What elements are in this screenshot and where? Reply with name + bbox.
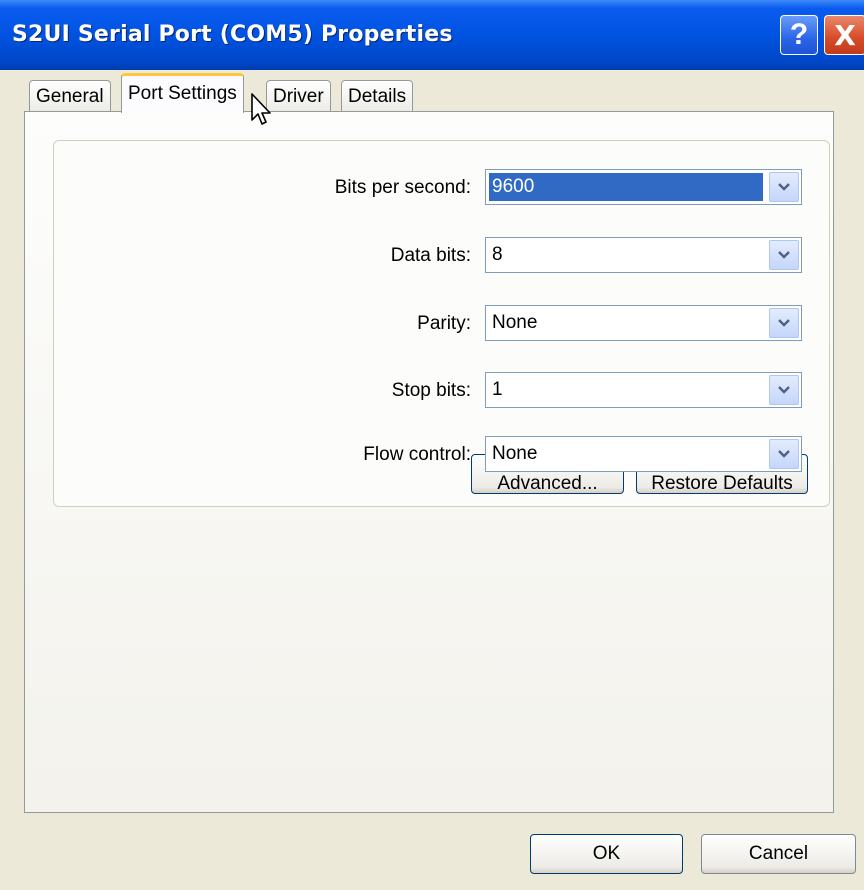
stop-bits-select[interactable]: 1 (485, 372, 802, 408)
window-title: S2UI Serial Port (COM5) Properties (12, 22, 453, 47)
ok-button[interactable]: OK (530, 834, 683, 874)
flow-control-select[interactable]: None (485, 436, 802, 472)
flow-control-value: None (492, 443, 538, 464)
chevron-down-icon (778, 386, 790, 394)
chevron-down-icon (778, 450, 790, 458)
mouse-cursor-icon (251, 93, 271, 125)
stop-bits-dropdown-button[interactable] (769, 375, 799, 405)
tab-general-label: General (36, 86, 104, 107)
help-button[interactable]: ? (780, 15, 818, 55)
data-bits-select[interactable]: 8 (485, 237, 802, 273)
tab-general[interactable]: General (29, 80, 111, 112)
advanced-button-label: Advanced... (497, 473, 598, 494)
cancel-button-label: Cancel (748, 843, 809, 864)
tab-port-settings-label: Port Settings (128, 83, 237, 104)
close-button[interactable]: X (824, 15, 864, 55)
data-bits-label: Data bits: (390, 245, 471, 266)
help-icon: ? (789, 18, 809, 51)
tab-details[interactable]: Details (341, 80, 414, 112)
restore-defaults-button-label: Restore Defaults (651, 473, 793, 494)
chevron-down-icon (778, 183, 790, 191)
bits-per-second-select[interactable]: 9600 (485, 169, 802, 205)
tab-port-settings[interactable]: Port Settings (121, 73, 244, 113)
ok-button-label: OK (592, 843, 621, 864)
data-bits-value: 8 (492, 244, 503, 265)
tab-details-label: Details (348, 86, 407, 107)
bits-per-second-dropdown-button[interactable] (769, 172, 799, 202)
parity-label: Parity: (417, 313, 471, 334)
tab-driver-label: Driver (273, 86, 324, 107)
stop-bits-value: 1 (492, 379, 503, 400)
parity-value: None (492, 312, 538, 333)
cancel-button[interactable]: Cancel (701, 834, 856, 874)
chevron-down-icon (778, 251, 790, 259)
parity-dropdown-button[interactable] (769, 308, 799, 338)
stop-bits-label: Stop bits: (391, 380, 471, 401)
flow-control-dropdown-button[interactable] (769, 439, 799, 469)
bits-per-second-value: 9600 (492, 176, 535, 197)
title-bar[interactable]: S2UI Serial Port (COM5) Properties ? X (0, 0, 864, 70)
parity-select[interactable]: None (485, 305, 802, 341)
flow-control-label: Flow control: (363, 444, 471, 466)
chevron-down-icon (778, 319, 790, 327)
tab-driver[interactable]: Driver (266, 80, 331, 112)
close-icon: X (834, 18, 856, 52)
bits-per-second-label: Bits per second: (334, 177, 471, 198)
data-bits-dropdown-button[interactable] (769, 240, 799, 270)
